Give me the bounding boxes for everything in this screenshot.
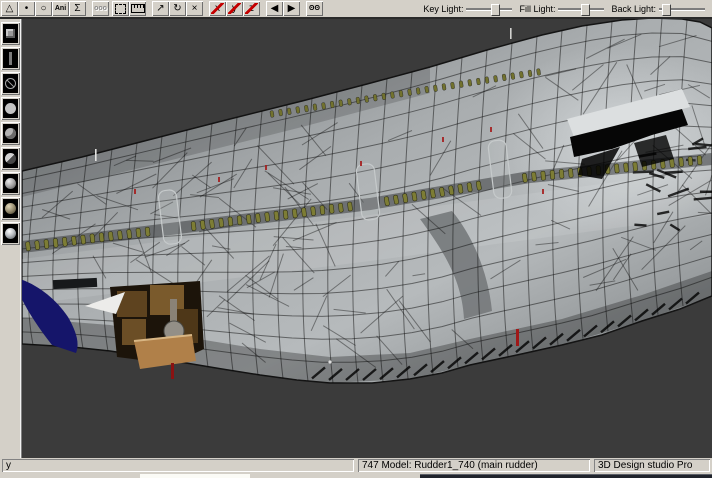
statusbar-model-panel: 747 Model: Rudder1_740 (main rudder) (358, 459, 590, 472)
previous-icon: ◀ (271, 4, 279, 14)
statusbar-app-text: 3D Design studio Pro (598, 460, 693, 471)
fill-light-label: Fill Light: (519, 4, 555, 14)
render-mode-hidden-line-face (3, 99, 18, 118)
render-mode-bounding-box-icon (6, 29, 15, 38)
statusbar-coordinate-panel: y (2, 459, 354, 472)
fill-light-control: Fill Light: (519, 4, 604, 14)
render-mode-textured-lit[interactable] (1, 222, 20, 245)
render-mode-textured[interactable] (1, 197, 20, 220)
back-light-label: Back Light: (611, 4, 656, 14)
render-mode-hidden-line-icon (5, 103, 16, 114)
previous-button[interactable]: ◀ (266, 1, 283, 16)
render-mode-flat-shaded-face (3, 124, 18, 143)
lock-z-axis-button[interactable]: z (243, 1, 260, 16)
render-mode-flat-shaded-icon (5, 128, 16, 139)
render-mode-wireframe-face (3, 74, 18, 93)
render-mode-hidden-line[interactable] (1, 97, 20, 120)
scale-view-icon: × (192, 4, 198, 14)
background-window-light (140, 474, 250, 478)
background-window-dark (420, 474, 712, 478)
statusbar-coordinate-label: y (6, 460, 11, 471)
light-controls: Key Light: Fill Light: Back Light: (423, 4, 712, 14)
render-mode-textured-lit-icon (5, 228, 16, 239)
rotate-view-icon: ↻ (173, 4, 181, 14)
model-canvas[interactable] (22, 19, 712, 458)
triangle-tool-button[interactable]: △ (1, 1, 18, 16)
fill-light-track[interactable] (558, 8, 604, 10)
key-light-thumb[interactable] (491, 4, 500, 16)
statusbar-model-text: 747 Model: Rudder1_740 (main rudder) (362, 460, 538, 471)
main-toolbar: △ • ○ Ani Σooo ↗ ↻ × xyz ◀ ▶ ʘʘ Key Light: Fill Ligh… (0, 0, 712, 19)
render-mode-toolbar (0, 19, 22, 458)
render-mode-smooth-shaded[interactable] (1, 172, 20, 195)
render-mode-half-shaded[interactable] (1, 147, 20, 170)
key-light-control: Key Light: (423, 4, 512, 14)
render-mode-half-shaded-face (3, 149, 18, 168)
render-mode-textured-icon (5, 203, 16, 214)
scale-view-button[interactable]: × (186, 1, 203, 16)
animation-tool-icon: Ani (55, 5, 66, 12)
circle-tool-button[interactable]: ○ (35, 1, 52, 16)
statusbar-app-panel: 3D Design studio Pro (594, 459, 710, 472)
point-tool-icon: • (25, 4, 29, 14)
find-binoculars-button[interactable]: ʘʘ (306, 1, 323, 16)
render-mode-bounding-box-face (3, 24, 18, 43)
lights-button[interactable]: ooo (92, 1, 109, 16)
triangle-tool-icon: △ (6, 4, 14, 14)
render-mode-wireframe[interactable] (1, 72, 20, 95)
white-antenna-left (95, 149, 97, 161)
rotate-view-button[interactable]: ↻ (169, 1, 186, 16)
animation-tool-button[interactable]: Ani (52, 1, 69, 16)
circle-tool-icon: ○ (40, 4, 46, 14)
next-icon: ▶ (288, 4, 296, 14)
render-mode-half-shaded-icon (5, 153, 16, 164)
select-region-button[interactable] (112, 1, 129, 16)
back-light-control: Back Light: (611, 4, 705, 14)
red-antenna-right (516, 329, 519, 346)
white-speck (328, 360, 331, 363)
toolbar-buttons: △ • ○ Ani Σooo ↗ ↻ × xyz ◀ ▶ ʘʘ (1, 1, 323, 16)
back-light-thumb[interactable] (662, 4, 671, 16)
key-light-track[interactable] (466, 8, 512, 10)
render-mode-bounding-box[interactable] (1, 22, 20, 45)
sigma-tool-icon: Σ (74, 4, 80, 14)
render-mode-flat-shaded[interactable] (1, 122, 20, 145)
lock-y-axis-button[interactable]: y (226, 1, 243, 16)
pan-view-icon: ↗ (156, 4, 164, 14)
key-light-label: Key Light: (423, 4, 463, 14)
render-mode-textured-face (3, 199, 18, 218)
pan-view-button[interactable]: ↗ (152, 1, 169, 16)
find-binoculars-icon: ʘʘ (309, 5, 320, 12)
red-antenna-left (171, 363, 174, 379)
red-slash-overlay (228, 3, 241, 14)
background-window-strip (0, 474, 712, 478)
ruler-icon (131, 4, 145, 13)
lights-icon: ooo (94, 5, 107, 12)
red-slash-overlay (211, 3, 224, 14)
render-mode-points-face (3, 49, 18, 68)
statusbar: y 747 Model: Rudder1_740 (main rudder) 3… (0, 458, 712, 474)
render-mode-points-icon (9, 52, 12, 65)
render-mode-wireframe-icon (5, 78, 16, 89)
next-button[interactable]: ▶ (283, 1, 300, 16)
render-mode-smooth-shaded-face (3, 174, 18, 193)
render-mode-textured-lit-face (3, 224, 18, 243)
red-slash-overlay (245, 3, 258, 14)
white-antenna-right (510, 28, 512, 39)
render-mode-points[interactable] (1, 47, 20, 70)
fill-light-thumb[interactable] (581, 4, 590, 16)
point-tool-button[interactable]: • (18, 1, 35, 16)
render-mode-smooth-shaded-icon (5, 178, 16, 189)
viewport-3d[interactable] (22, 19, 712, 458)
dashed-selection-icon (115, 4, 126, 14)
back-light-track[interactable] (659, 8, 705, 10)
sigma-tool-button[interactable]: Σ (69, 1, 86, 16)
lock-x-axis-button[interactable]: x (209, 1, 226, 16)
measure-ruler-button[interactable] (129, 1, 146, 16)
